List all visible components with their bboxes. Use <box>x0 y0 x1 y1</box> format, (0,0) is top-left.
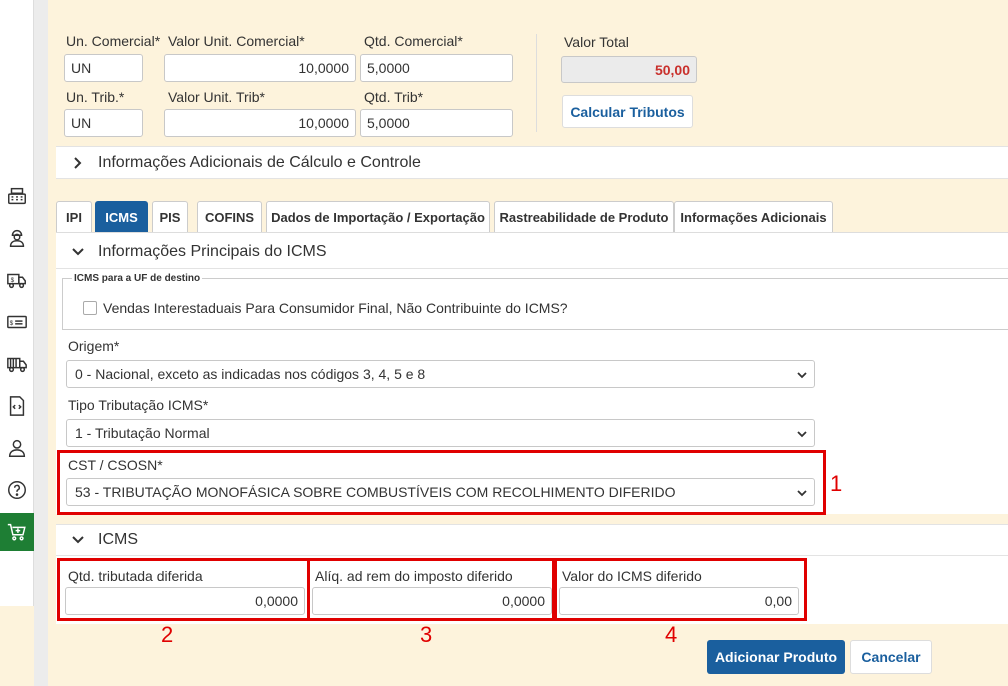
qtd-trib-input[interactable]: 5,0000 <box>360 109 513 137</box>
highlight-box-2 <box>57 558 310 621</box>
tipo-tributacao-value: 1 - Tributação Normal <box>75 425 210 441</box>
sidebar-divider <box>34 0 48 686</box>
valor-unit-trib-input[interactable]: 10,0000 <box>164 109 356 137</box>
valor-total-label: Valor Total <box>564 34 629 50</box>
valor-unit-comercial-label: Valor Unit. Comercial* <box>168 33 305 49</box>
tab-cofins[interactable]: COFINS <box>197 201 262 232</box>
chevron-right-icon <box>74 156 82 169</box>
cash-register-icon[interactable] <box>4 183 30 209</box>
cart-add-icon[interactable] <box>0 513 34 551</box>
valor-unit-trib-label: Valor Unit. Trib* <box>168 89 265 105</box>
tipo-tributacao-select[interactable]: 1 - Tributação Normal <box>66 419 815 447</box>
adicionar-produto-button[interactable]: Adicionar Produto <box>707 640 845 674</box>
chevron-down-icon <box>72 536 84 544</box>
money-bill-icon[interactable]: $ <box>4 309 30 335</box>
icms-principal-title: Informações Principais do ICMS <box>98 243 327 260</box>
tab-informacoes-adicionais[interactable]: Informações Adicionais <box>674 201 833 232</box>
origem-select[interactable]: 0 - Nacional, exceto as indicadas nos có… <box>66 360 815 388</box>
un-comercial-input[interactable]: UN <box>64 54 143 82</box>
origem-value: 0 - Nacional, exceto as indicadas nos có… <box>75 366 426 382</box>
truck-money-icon[interactable]: $ <box>4 267 30 293</box>
user-worker-icon[interactable] <box>4 225 30 251</box>
qtd-trib-label: Qtd. Trib* <box>364 89 424 105</box>
valor-unit-comercial-input[interactable]: 10,0000 <box>164 54 356 82</box>
chevron-down-icon <box>72 248 84 256</box>
svg-text:$: $ <box>11 277 15 284</box>
annotation-3: 3 <box>420 622 433 647</box>
icms-section[interactable]: ICMS <box>56 524 1008 556</box>
un-trib-input[interactable]: UN <box>64 109 143 137</box>
highlight-box-1 <box>57 450 826 515</box>
tab-dados-importacao[interactable]: Dados de Importação / Exportação <box>266 201 490 232</box>
help-icon[interactable] <box>4 477 30 503</box>
valor-total-field: 50,00 <box>561 56 697 83</box>
origem-label: Origem* <box>68 338 120 354</box>
svg-text:$: $ <box>10 320 14 327</box>
tab-icms[interactable]: ICMS <box>95 201 148 232</box>
annotation-1: 1 <box>830 471 843 496</box>
chevron-down-icon <box>797 431 807 438</box>
tab-ipi[interactable]: IPI <box>56 201 92 232</box>
chevron-down-icon <box>797 372 807 379</box>
additional-info-title: Informações Adicionais de Cálculo e Cont… <box>98 153 421 171</box>
highlight-box-3 <box>307 558 555 621</box>
tab-pis[interactable]: PIS <box>152 201 188 232</box>
un-trib-label: Un. Trib.* <box>66 89 125 105</box>
truck-icon[interactable] <box>4 351 30 377</box>
icms-section-title: ICMS <box>98 531 138 548</box>
highlight-box-4 <box>554 558 807 621</box>
additional-info-section[interactable]: Informações Adicionais de Cálculo e Cont… <box>56 146 1008 179</box>
user-icon[interactable] <box>4 435 30 461</box>
calcular-tributos-button[interactable]: Calcular Tributos <box>562 95 693 128</box>
tipo-tributacao-label: Tipo Tributação ICMS* <box>68 397 209 413</box>
icms-principal-section[interactable]: Informações Principais do ICMS <box>56 236 1008 269</box>
qtd-comercial-input[interactable]: 5,0000 <box>360 54 513 82</box>
un-comercial-label: Un. Comercial* <box>66 33 161 49</box>
annotation-2: 2 <box>161 622 174 647</box>
product-panel: Un. Comercial* UN Valor Unit. Comercial*… <box>48 0 1008 686</box>
qtd-comercial-label: Qtd. Comercial* <box>364 33 463 49</box>
vertical-divider <box>536 34 537 132</box>
uf-destino-legend: ICMS para a UF de destino <box>72 273 203 284</box>
code-file-icon[interactable] <box>4 393 30 419</box>
annotation-4: 4 <box>665 622 678 647</box>
consumidor-final-checkbox[interactable] <box>83 301 97 315</box>
tab-rastreabilidade[interactable]: Rastreabilidade de Produto <box>494 201 674 232</box>
sidebar: $ $ <box>0 0 34 606</box>
consumidor-final-label: Vendas Interestaduais Para Consumidor Fi… <box>103 300 568 316</box>
cancelar-button[interactable]: Cancelar <box>850 640 932 674</box>
